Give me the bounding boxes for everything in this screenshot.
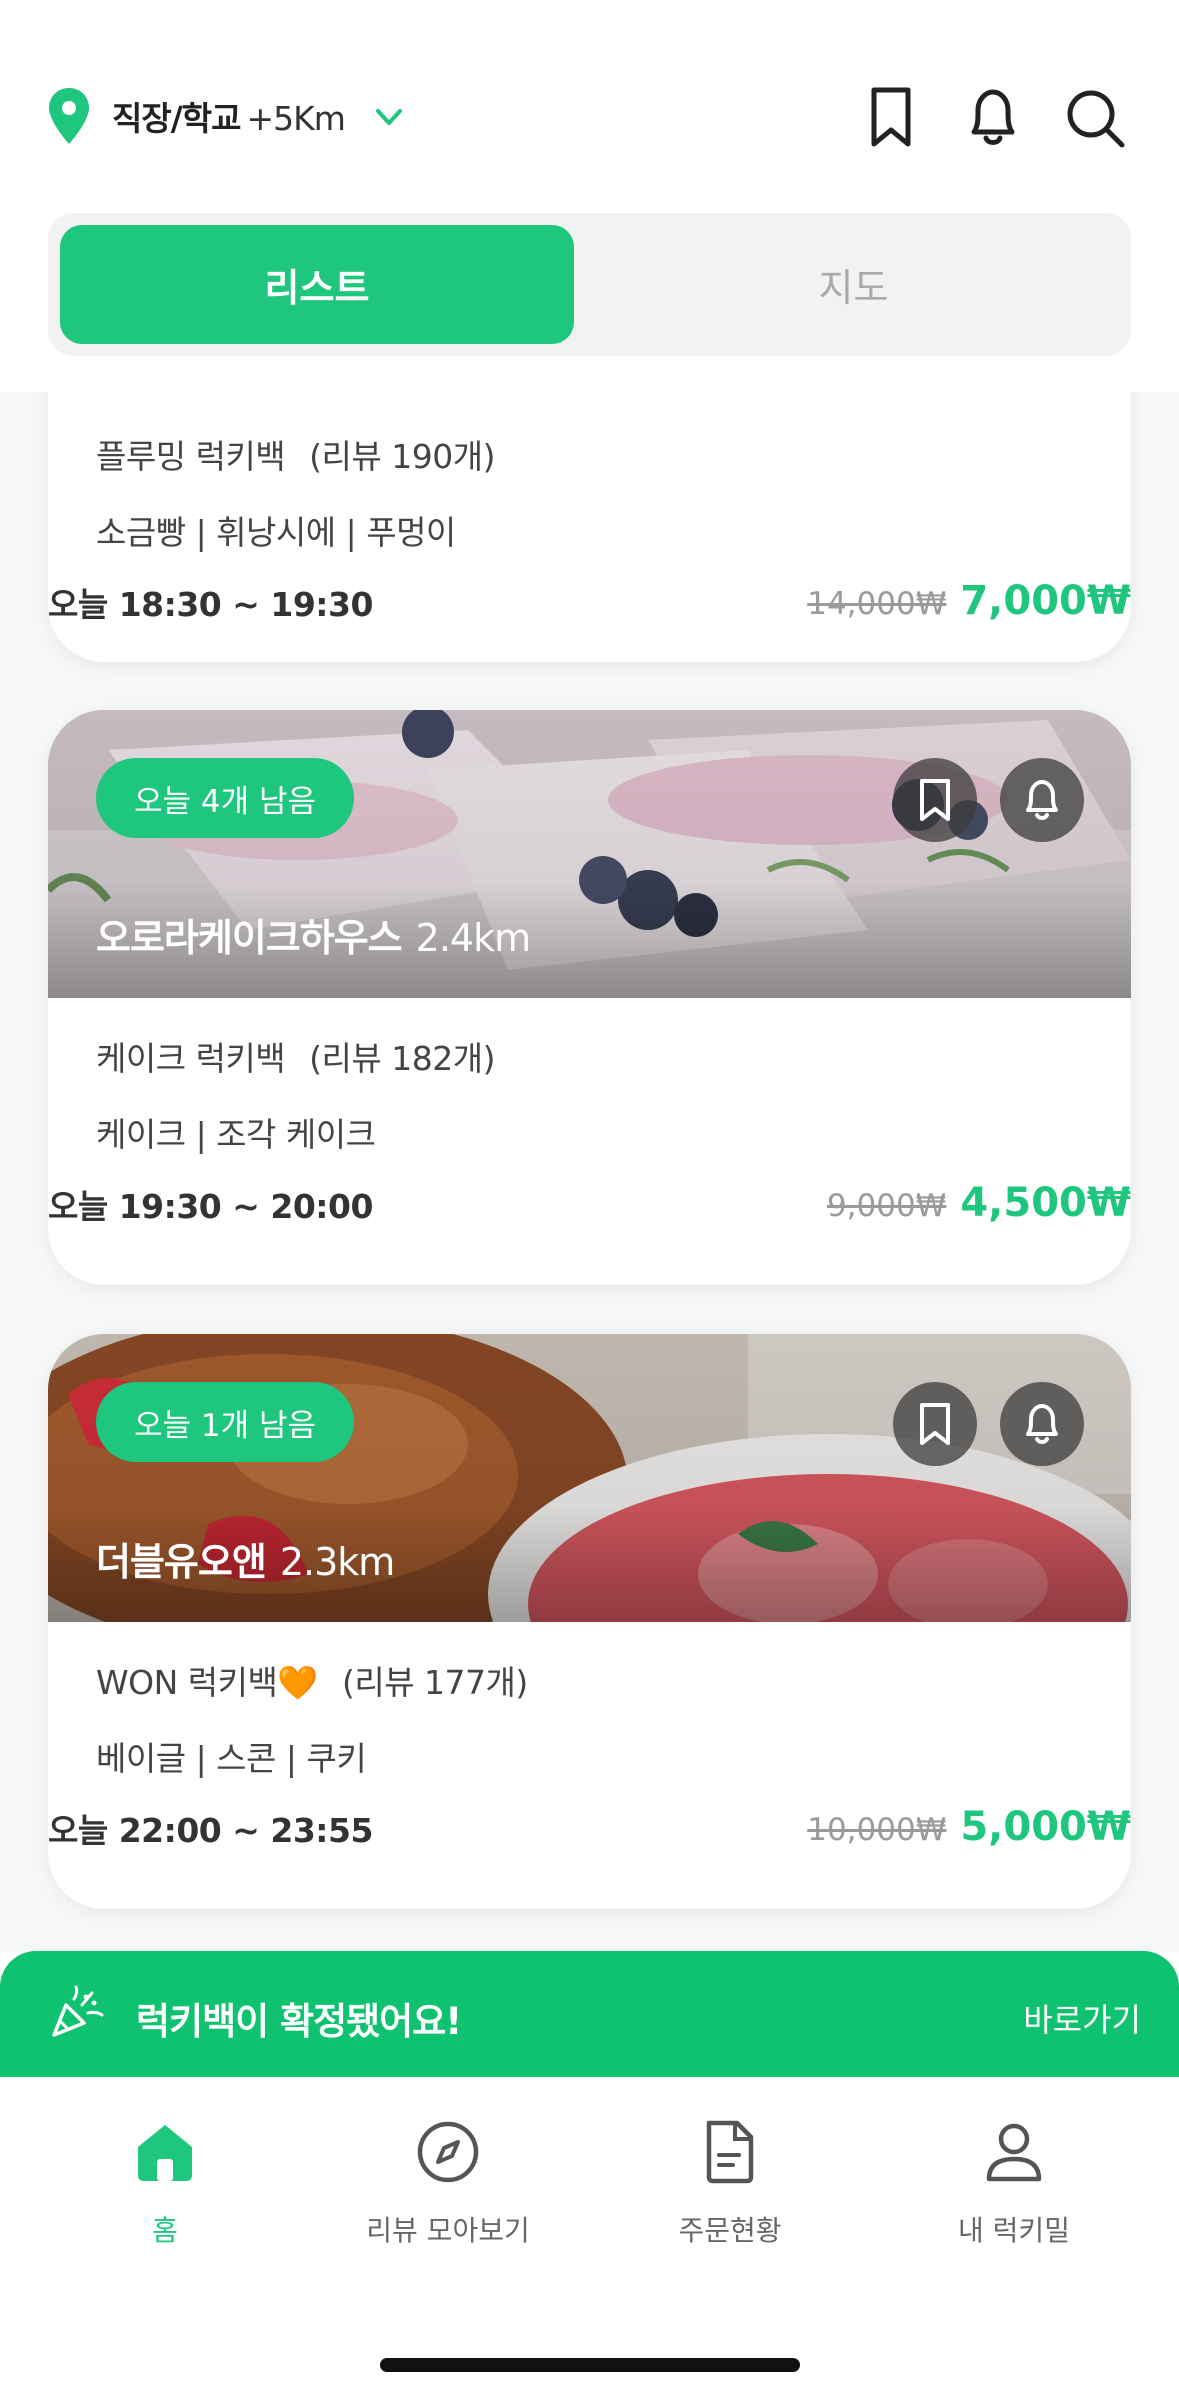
store-card[interactable]: 오늘 4개 남음 오로라케이크하우스 2.4km 케이크 럭키백 (리뷰 182개)… xyxy=(48,710,1131,1285)
original-price: 14,000₩ xyxy=(807,586,947,622)
price-group: 14,000₩ 7,000₩ xyxy=(807,578,1131,624)
nav-my-label: 내 럭키밀 xyxy=(958,2214,1070,2247)
search-icon[interactable] xyxy=(1062,82,1128,152)
tab-map[interactable]: 지도 xyxy=(588,225,1119,344)
store-card[interactable]: 플루밍 럭키백 (리뷰 190개) 소금빵 | 휘낭시에 | 푸멍이 오늘 18:… xyxy=(48,392,1131,662)
review-count: (리뷰 177개) xyxy=(341,1663,528,1702)
store-distance: 2.4km xyxy=(415,916,531,960)
home-indicator xyxy=(380,2358,800,2372)
product-name: WON 럭키백🧡 xyxy=(96,1663,318,1702)
notify-button[interactable] xyxy=(1000,1382,1084,1466)
document-icon xyxy=(706,2120,754,2184)
review-count: (리뷰 182개) xyxy=(309,1039,495,1078)
banner-message: 럭키백이 확정됐어요! xyxy=(136,2000,462,2043)
sale-price: 4,500₩ xyxy=(960,1180,1131,1226)
original-price: 10,000₩ xyxy=(807,1812,947,1848)
store-photo: 오늘 1개 남음 더블유오앤 2.3km xyxy=(48,1334,1131,1622)
compass-icon xyxy=(417,2121,479,2183)
bell-icon[interactable] xyxy=(960,82,1026,152)
original-price: 9,000₩ xyxy=(826,1188,947,1224)
price-group: 10,000₩ 5,000₩ xyxy=(807,1804,1131,1850)
items-list: 케이크 | 조각 케이크 xyxy=(96,1115,376,1154)
person-icon xyxy=(986,2123,1042,2182)
stock-badge: 오늘 1개 남음 xyxy=(96,1382,355,1462)
items-list: 베이글 | 스콘 | 쿠키 xyxy=(96,1739,367,1778)
sale-price: 5,000₩ xyxy=(960,1804,1131,1850)
home-icon xyxy=(138,2125,192,2181)
product-line: WON 럭키백🧡 (리뷰 177개) xyxy=(96,1656,1083,1704)
notify-button[interactable] xyxy=(1000,758,1084,842)
location-selector[interactable]: 직장/학교 +5Km xyxy=(112,92,346,140)
bookmark-button[interactable] xyxy=(893,1382,977,1466)
store-distance: 2.3km xyxy=(279,1540,395,1584)
stock-badge: 오늘 4개 남음 xyxy=(96,758,355,838)
nav-orders-label: 주문현황 xyxy=(678,2214,782,2247)
nav-orders[interactable]: 주문현황 xyxy=(600,2117,860,2249)
pickup-time: 오늘 19:30 ~ 20:00 xyxy=(48,1187,373,1226)
chevron-down-icon[interactable] xyxy=(372,100,406,134)
location-label: 직장/학교 xyxy=(112,99,241,138)
bell-icon xyxy=(1026,1404,1058,1444)
price-group: 9,000₩ 4,500₩ xyxy=(827,1180,1131,1226)
pickup-time: 오늘 22:00 ~ 23:55 xyxy=(48,1811,373,1850)
product-name: 플루밍 럭키백 xyxy=(96,437,286,476)
bookmark-icon xyxy=(920,779,950,821)
nav-home-label: 홈 xyxy=(152,2214,178,2247)
tab-list[interactable]: 리스트 xyxy=(60,225,574,344)
store-title: 더블유오앤 2.3km xyxy=(96,1531,395,1586)
nav-reviews[interactable]: 리뷰 모아보기 xyxy=(318,2117,578,2249)
product-line: 케이크 럭키백 (리뷰 182개) xyxy=(96,1032,1083,1080)
product-line: 플루밍 럭키백 (리뷰 190개) xyxy=(96,430,1083,478)
bookmark-button[interactable] xyxy=(893,758,977,842)
bottom-navigation: 홈 리뷰 모아보기 주문현황 내 럭키밀 xyxy=(0,2077,1179,2394)
review-count: (리뷰 190개) xyxy=(309,437,495,476)
store-photo: 오늘 4개 남음 오로라케이크하우스 2.4km xyxy=(48,710,1131,998)
nav-my-luckymeal[interactable]: 내 럭키밀 xyxy=(884,2117,1144,2249)
bookmark-icon xyxy=(920,1403,950,1445)
app-header: 직장/학교 +5Km xyxy=(0,0,1179,215)
store-name: 더블유오앤 xyxy=(96,1540,267,1584)
party-popper-icon xyxy=(52,1985,104,2037)
store-card[interactable]: 오늘 1개 남음 더블유오앤 2.3km WON 럭키백🧡 (리뷰 177개) 베이… xyxy=(48,1334,1131,1909)
bell-icon xyxy=(1026,780,1058,820)
pickup-time: 오늘 18:30 ~ 19:30 xyxy=(48,585,373,624)
confirm-banner[interactable]: 럭키백이 확정됐어요! 바로가기 xyxy=(0,1951,1179,2077)
nav-home[interactable]: 홈 xyxy=(35,2117,295,2249)
sale-price: 7,000₩ xyxy=(960,578,1131,624)
product-name: 케이크 럭키백 xyxy=(96,1039,286,1078)
items-list: 소금빵 | 휘낭시에 | 푸멍이 xyxy=(96,513,456,552)
store-title: 오로라케이크하우스 2.4km xyxy=(96,907,531,962)
banner-go-link[interactable]: 바로가기 xyxy=(1023,1995,1141,2041)
location-distance: +5Km xyxy=(246,99,346,138)
bookmark-icon[interactable] xyxy=(858,82,924,152)
store-name: 오로라케이크하우스 xyxy=(96,916,403,960)
store-list[interactable]: 플루밍 럭키백 (리뷰 190개) 소금빵 | 휘낭시에 | 푸멍이 오늘 18:… xyxy=(0,392,1179,1952)
nav-reviews-label: 리뷰 모아보기 xyxy=(366,2214,530,2247)
location-pin-icon[interactable] xyxy=(46,86,92,148)
view-toggle: 리스트 지도 xyxy=(48,213,1131,356)
